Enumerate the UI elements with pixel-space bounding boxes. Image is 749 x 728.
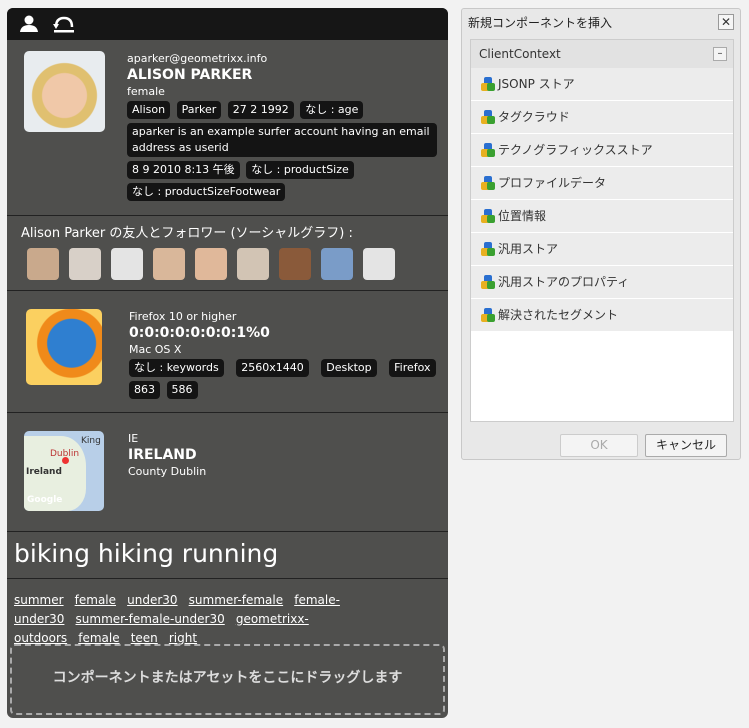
profile-name: ALISON PARKER xyxy=(127,67,253,83)
map-label: Ireland xyxy=(26,467,62,477)
friend-avatar[interactable] xyxy=(153,248,185,280)
component-item[interactable]: プロファイルデータ xyxy=(471,167,733,200)
tag-link[interactable]: right xyxy=(169,631,197,645)
component-item[interactable]: 汎用ストアのプロパティ xyxy=(471,266,733,299)
drop-zone[interactable]: コンポーネントまたはアセットをここにドラッグします xyxy=(10,644,445,715)
geo-code: IE xyxy=(128,432,139,445)
component-item[interactable]: 汎用ストア xyxy=(471,233,733,266)
profile-email: aparker@geometrixx.info xyxy=(127,52,268,65)
dialog-title: 新規コンポーネントを挿入 xyxy=(468,16,613,30)
friend-avatar[interactable] xyxy=(321,248,353,280)
toolbar xyxy=(7,8,448,40)
friend-avatar[interactable] xyxy=(111,248,143,280)
firefox-logo xyxy=(26,309,102,385)
component-label: 汎用ストア xyxy=(498,242,559,256)
browser-name: Firefox 10 or higher xyxy=(129,310,237,323)
profile-section: aparker@geometrixx.info ALISON PARKER fe… xyxy=(7,40,448,216)
tag-cloud: summer female under30 summer-female fema… xyxy=(7,579,357,645)
profile-description: aparker is an example surfer account hav… xyxy=(127,123,437,157)
social-graph-section: Alison Parker の友人とフォロワー (ソーシャルグラフ) : xyxy=(7,216,448,291)
component-label: JSONP ストア xyxy=(498,77,575,91)
friend-avatar[interactable] xyxy=(195,248,227,280)
tag-link[interactable]: female xyxy=(75,593,116,607)
profile-chip: 8 9 2010 8:13 午後 xyxy=(127,161,240,179)
component-icon xyxy=(481,143,495,157)
browser-chip: 863 xyxy=(129,381,160,399)
interest-tag: hiking xyxy=(97,539,174,568)
insert-component-dialog: 新規コンポーネントを挿入 ✕ ClientContext – JSONP ストア… xyxy=(461,8,741,460)
cancel-button[interactable]: キャンセル xyxy=(645,434,727,457)
profile-chip: なし : productSizeFootwear xyxy=(127,183,286,201)
component-label: テクノグラフィックスストア xyxy=(498,143,653,157)
user-icon[interactable] xyxy=(19,15,39,33)
geo-region: County Dublin xyxy=(128,465,207,478)
browser-section: Firefox 10 or higher 0:0:0:0:0:0:0:1%0 M… xyxy=(7,291,448,413)
profile-chip: Alison xyxy=(127,101,171,119)
component-item[interactable]: タグクラウド xyxy=(471,101,733,134)
profile-chip: Parker xyxy=(176,101,222,119)
profile-chip: なし : productSize xyxy=(246,161,354,179)
social-title: Alison Parker の友人とフォロワー (ソーシャルグラフ) : xyxy=(21,226,353,241)
component-icon xyxy=(481,209,495,223)
component-label: プロファイルデータ xyxy=(498,176,607,190)
location-map: Ireland Dublin King Google xyxy=(24,431,104,511)
browser-os: Mac OS X xyxy=(129,343,182,356)
component-icon xyxy=(481,242,495,256)
undo-icon[interactable] xyxy=(53,15,75,33)
geo-country: IRELAND xyxy=(128,447,197,463)
browser-chip: Desktop xyxy=(321,359,377,377)
interest-tag: running xyxy=(181,539,279,568)
component-label: タグクラウド xyxy=(498,110,570,124)
component-icon xyxy=(481,275,495,289)
profile-avatar xyxy=(24,51,105,132)
tag-link[interactable]: teen xyxy=(131,631,158,645)
component-icon xyxy=(481,308,495,322)
friend-avatar[interactable] xyxy=(279,248,311,280)
tag-link[interactable]: summer-female xyxy=(189,593,283,607)
geolocation-section: Ireland Dublin King Google IE IRELAND Co… xyxy=(7,413,448,532)
tag-link[interactable]: female xyxy=(78,631,119,645)
component-icon xyxy=(481,176,495,190)
group-header: ClientContext xyxy=(479,47,561,61)
interest-tag: biking xyxy=(14,539,90,568)
map-label: King xyxy=(81,436,101,446)
browser-chip: 586 xyxy=(166,381,198,399)
interests-section: biking hiking running xyxy=(7,532,448,579)
friend-avatar[interactable] xyxy=(363,248,395,280)
friend-avatar[interactable] xyxy=(69,248,101,280)
component-icon xyxy=(481,77,495,91)
profile-gender: female xyxy=(127,85,165,98)
ok-button[interactable]: OK xyxy=(560,434,638,457)
browser-chip: 2560x1440 xyxy=(236,359,309,377)
friend-avatar[interactable] xyxy=(237,248,269,280)
profile-chip: 27 2 1992 xyxy=(227,101,294,119)
tag-link[interactable]: summer-female-under30 xyxy=(76,612,225,626)
collapse-icon[interactable]: – xyxy=(713,47,727,61)
component-label: 解決されたセグメント xyxy=(498,308,619,322)
component-label: 位置情報 xyxy=(498,209,547,223)
component-label: 汎用ストアのプロパティ xyxy=(498,275,630,289)
tag-link[interactable]: summer xyxy=(14,593,64,607)
tag-link[interactable]: under30 xyxy=(127,593,177,607)
clientcontext-panel: aparker@geometrixx.info ALISON PARKER fe… xyxy=(7,8,448,718)
component-item[interactable]: 解決されたセグメント xyxy=(471,299,733,332)
google-logo: Google xyxy=(27,495,63,505)
close-icon[interactable]: ✕ xyxy=(718,14,734,30)
component-icon xyxy=(481,110,495,124)
map-pin-icon xyxy=(62,457,69,464)
component-item[interactable]: 位置情報 xyxy=(471,200,733,233)
browser-chip: なし : keywords xyxy=(129,359,224,377)
component-item[interactable]: JSONP ストア xyxy=(471,68,733,101)
profile-chip: なし : age xyxy=(300,101,364,119)
component-item[interactable]: テクノグラフィックスストア xyxy=(471,134,733,167)
browser-ip: 0:0:0:0:0:0:0:1%0 xyxy=(129,325,270,341)
browser-chip: Firefox xyxy=(389,359,436,377)
friend-avatar[interactable] xyxy=(27,248,59,280)
